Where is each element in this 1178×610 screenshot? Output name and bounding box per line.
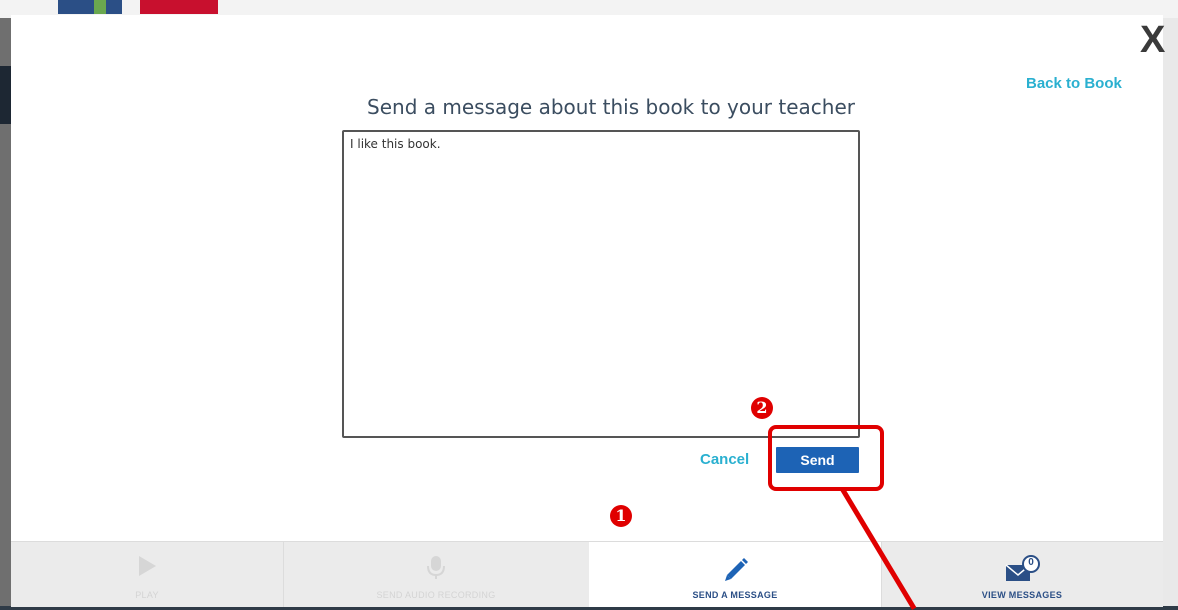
toolbar-send-audio-label: SEND AUDIO RECORDING <box>376 590 496 600</box>
background-logo <box>58 0 122 14</box>
highlight-send-box <box>768 425 884 491</box>
toolbar-view-messages-label: VIEW MESSAGES <box>981 590 1063 600</box>
message-textarea[interactable] <box>342 130 860 438</box>
toolbar-view-messages[interactable]: 0 VIEW MESSAGES <box>881 542 1163 607</box>
background-right-edge <box>1163 18 1178 606</box>
unread-count-badge: 0 <box>1028 557 1034 568</box>
background-logo-accent <box>94 0 106 14</box>
toolbar-play[interactable]: PLAY <box>11 542 283 607</box>
bottom-toolbar: PLAY SEND AUDIO RECORDING SEND A MESSAGE <box>11 541 1163 607</box>
toolbar-play-label: PLAY <box>135 590 159 600</box>
play-icon <box>137 555 157 581</box>
toolbar-send-message-label: SEND A MESSAGE <box>692 590 778 600</box>
back-to-book-link[interactable]: Back to Book <box>1026 75 1146 92</box>
step-2-badge: 2 <box>751 397 773 419</box>
toolbar-send-audio[interactable]: SEND AUDIO RECORDING <box>283 542 589 607</box>
pencil-icon <box>722 555 748 585</box>
background-left-dark <box>0 66 11 124</box>
microphone-icon <box>425 555 447 585</box>
envelope-icon: 0 <box>1004 555 1040 587</box>
modal-title: Send a message about this book to your t… <box>367 95 855 119</box>
background-scholastic-logo <box>140 0 218 14</box>
step-1-badge: 1 <box>610 505 632 527</box>
close-modal-button[interactable]: X <box>1140 20 1176 60</box>
toolbar-send-message[interactable]: SEND A MESSAGE <box>589 542 881 607</box>
cancel-link[interactable]: Cancel <box>700 451 749 468</box>
